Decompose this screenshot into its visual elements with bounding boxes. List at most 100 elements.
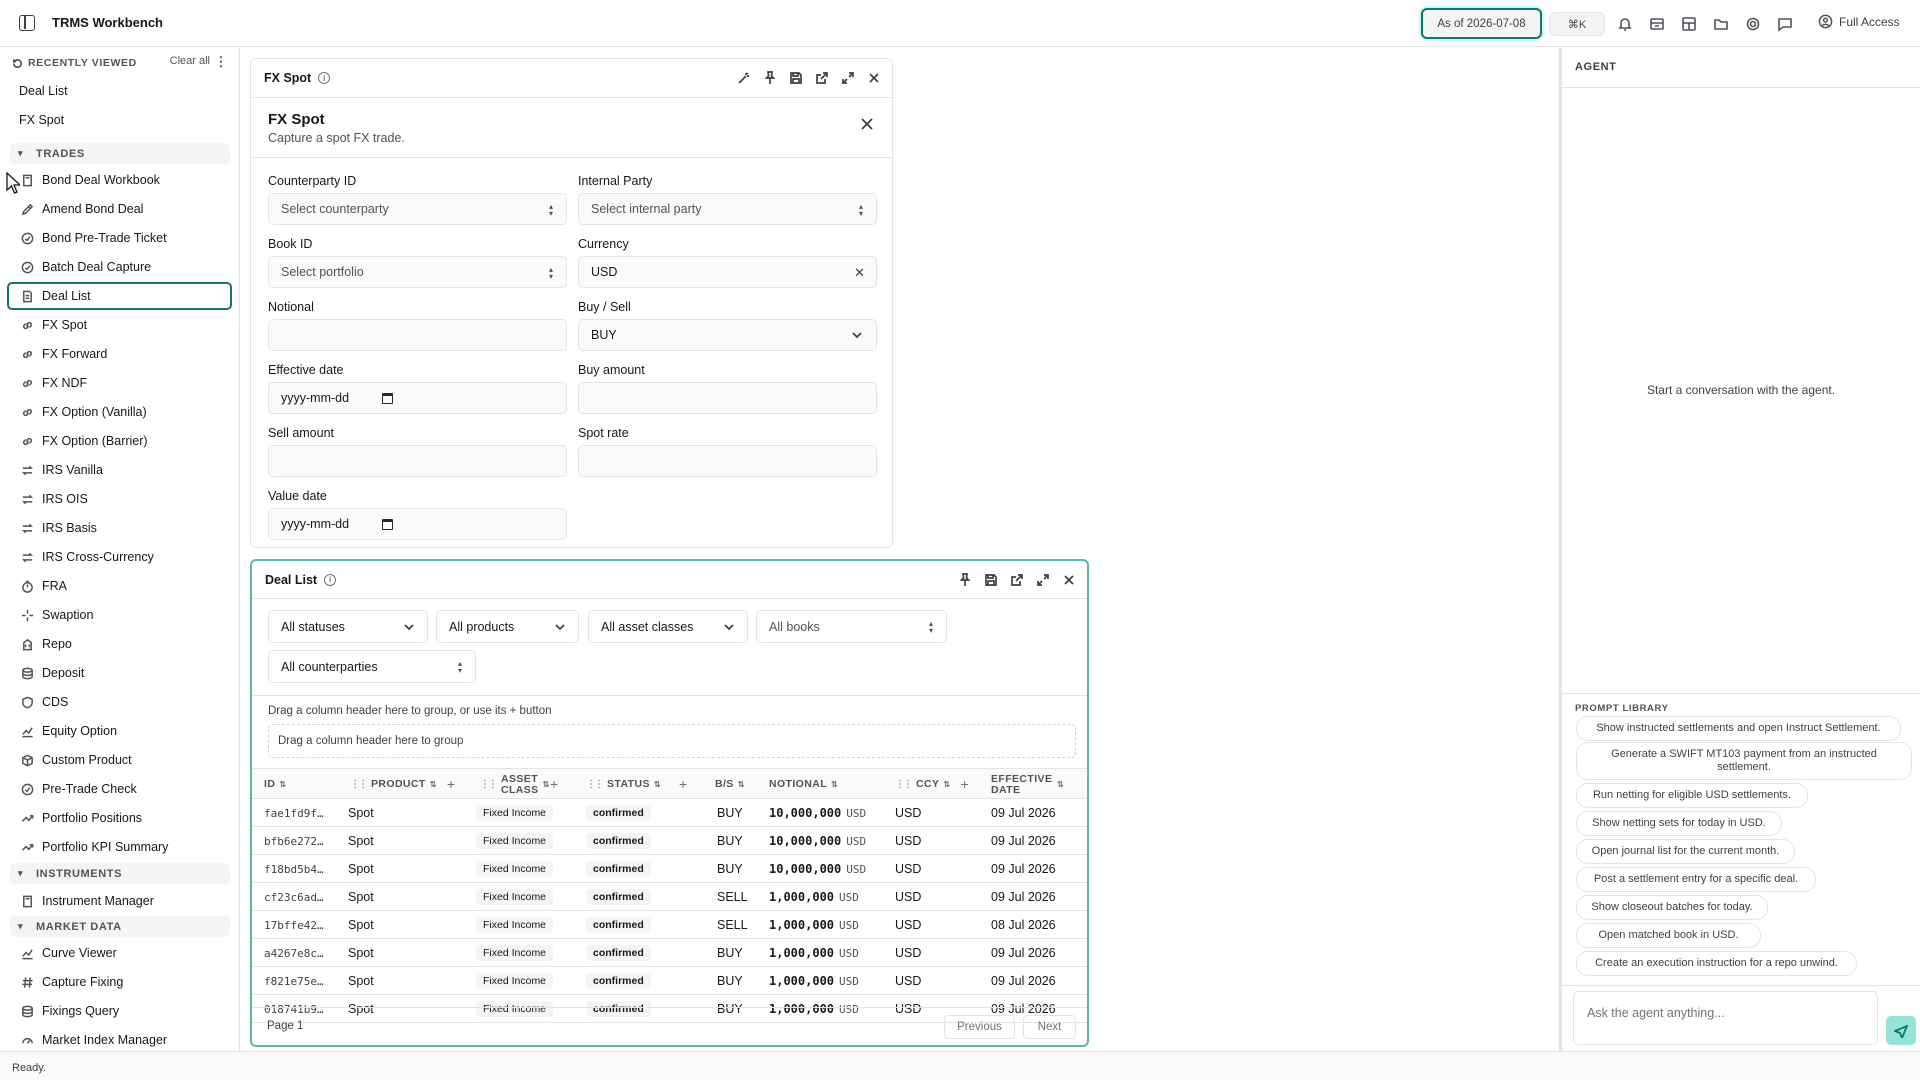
sidebar-toggle-icon[interactable] [19, 15, 35, 31]
group-by-plus-icon[interactable]: + [550, 769, 559, 800]
save-icon[interactable] [983, 572, 999, 588]
inbox-icon[interactable] [1648, 15, 1666, 33]
sidebar-item-fx-spot[interactable]: FX Spot [7, 311, 232, 339]
sidebar-item-instrument-manager[interactable]: Instrument Manager [7, 887, 232, 915]
notional-input[interactable] [268, 319, 567, 351]
sidebar-item-deal-list[interactable]: Deal List [7, 282, 232, 310]
gear-icon[interactable] [1744, 15, 1762, 33]
group-drop-zone[interactable]: Drag a column header here to group [268, 724, 1076, 758]
info-icon[interactable]: i [324, 573, 337, 586]
sidebar-item-swaption[interactable]: Swaption [7, 601, 232, 629]
table-row[interactable]: cf23c6ad… Spot Fixed Income confirmed SELL 1,… [252, 883, 1087, 911]
drag-handle-icon[interactable]: ⋮⋮ [586, 779, 604, 790]
as-of-date-button[interactable]: As of 2026-07-08 [1421, 8, 1542, 39]
prompt-chip[interactable]: Show netting sets for today in USD. [1576, 811, 1782, 836]
book-id-select[interactable]: Select portfolio ▴ ▾ [268, 256, 567, 288]
clear-icon[interactable]: ✕ [854, 265, 865, 281]
counterparty-select[interactable]: Select counterparty ▴ ▾ [268, 193, 567, 225]
prompt-chip[interactable]: Show closeout batches for today. [1576, 895, 1768, 920]
previous-page-button[interactable]: Previous [944, 1015, 1015, 1039]
deal-id[interactable]: cf23c6ad… [264, 883, 324, 911]
sort-icon[interactable]: ⇅ [1057, 779, 1064, 790]
sell-amount-input[interactable] [268, 445, 567, 477]
column-header-status[interactable]: ⋮⋮ STATUS ⇅ + [586, 769, 688, 800]
table-row[interactable]: a4267e8c… Spot Fixed Income confirmed BUY 1,0… [252, 939, 1087, 967]
sidebar-item-fx-ndf[interactable]: FX NDF [7, 369, 232, 397]
folder-icon[interactable] [1712, 15, 1730, 33]
pin-icon[interactable] [762, 70, 778, 86]
sort-icon[interactable]: ⇅ [279, 779, 286, 790]
close-icon[interactable] [866, 70, 882, 86]
sidebar-item-fixings-query[interactable]: Fixings Query [7, 997, 232, 1025]
column-header-effective-date[interactable]: EFFECTIVE DATE ⇅ [991, 769, 1065, 800]
counterparty-filter[interactable]: All counterparties ▴ ▾ [268, 650, 476, 683]
sidebar-item-irs-vanilla[interactable]: IRS Vanilla [7, 456, 232, 484]
group-by-plus-icon[interactable]: + [960, 777, 969, 791]
recent-item-fx-spot[interactable]: FX Spot [19, 113, 64, 127]
sidebar-item-custom-product[interactable]: Custom Product [7, 746, 232, 774]
sort-icon[interactable]: ⇅ [738, 779, 745, 790]
sidebar-item-fx-option-barrier[interactable]: FX Option (Barrier) [7, 427, 232, 455]
column-header-product[interactable]: ⋮⋮ PRODUCT ⇅ + [350, 769, 455, 800]
expand-icon[interactable] [840, 70, 856, 86]
column-header-notional[interactable]: NOTIONAL ⇅ [769, 769, 838, 800]
section-market-data[interactable]: ▾ MARKET DATA [10, 916, 230, 937]
sidebar-item-batch-deal-capture[interactable]: Batch Deal Capture [7, 253, 232, 281]
agent-input[interactable]: Ask the agent anything... [1573, 991, 1878, 1045]
sort-icon[interactable]: ⇅ [654, 779, 661, 790]
sidebar-item-bond-deal-workbook[interactable]: Bond Deal Workbook [7, 166, 232, 194]
calendar-icon[interactable] [382, 519, 393, 530]
sidebar-item-curve-viewer[interactable]: Curve Viewer [7, 939, 232, 967]
close-icon[interactable] [1061, 572, 1077, 588]
table-row[interactable]: f18bd5b4… Spot Fixed Income confirmed BUY 10,… [252, 855, 1087, 883]
close-form-icon[interactable] [860, 117, 874, 131]
sidebar-item-repo[interactable]: Repo [7, 630, 232, 658]
recent-item-deal-list[interactable]: Deal List [19, 84, 68, 98]
sort-icon[interactable]: ⇅ [943, 779, 950, 790]
sidebar-item-cds[interactable]: CDS [7, 688, 232, 716]
deal-id[interactable]: a4267e8c… [264, 939, 324, 967]
buy-sell-select[interactable]: BUY [578, 319, 877, 351]
deal-id[interactable]: f821e75e… [264, 967, 324, 995]
deal-id[interactable]: fae1fd9f… [264, 799, 324, 827]
column-header-asset-class[interactable]: ⋮⋮ ASSET CLASS ⇅ [480, 769, 549, 800]
deal-id[interactable]: f18bd5b4… [264, 855, 324, 883]
calendar-icon[interactable] [382, 393, 393, 404]
table-row[interactable]: fae1fd9f… Spot Fixed Income confirmed BUY 10,… [252, 799, 1087, 827]
prompt-chip[interactable]: Open journal list for the current month. [1576, 839, 1795, 864]
column-header-bs[interactable]: B/S ⇅ [715, 769, 745, 800]
sidebar-item-fx-forward[interactable]: FX Forward [7, 340, 232, 368]
clear-all-button[interactable]: Clear all [170, 55, 210, 67]
product-filter[interactable]: All products [436, 610, 579, 643]
group-by-plus-icon[interactable]: + [447, 777, 456, 791]
next-page-button[interactable]: Next [1023, 1015, 1076, 1039]
sidebar-item-fx-option-vanilla[interactable]: FX Option (Vanilla) [7, 398, 232, 426]
open-external-icon[interactable] [1009, 572, 1025, 588]
access-level[interactable]: Full Access [1818, 14, 1900, 29]
section-instruments[interactable]: ▾ INSTRUMENTS [10, 863, 230, 884]
sort-icon[interactable]: ⇅ [831, 779, 838, 790]
sidebar-item-fra[interactable]: FRA [7, 572, 232, 600]
group-by-plus-icon[interactable]: + [679, 777, 688, 791]
bell-icon[interactable] [1616, 15, 1634, 33]
table-row[interactable]: f821e75e… Spot Fixed Income confirmed BUY 1,0… [252, 967, 1087, 995]
sidebar-item-portfolio-positions[interactable]: Portfolio Positions [7, 804, 232, 832]
drag-handle-icon[interactable]: ⋮⋮ [350, 779, 368, 790]
drag-handle-icon[interactable]: ⋮⋮ [895, 779, 913, 790]
column-header-ccy[interactable]: ⋮⋮ CCY ⇅ + [895, 769, 969, 800]
prompt-chip[interactable]: Run netting for eligible USD settlements… [1576, 783, 1808, 808]
open-external-icon[interactable] [814, 70, 830, 86]
column-header-id[interactable]: ID ⇅ [264, 769, 286, 800]
table-row[interactable]: bfb6e272… Spot Fixed Income confirmed BUY 10,… [252, 827, 1087, 855]
deal-id[interactable]: bfb6e272… [264, 827, 324, 855]
more-options-icon[interactable]: ⋮ [214, 54, 228, 70]
status-filter[interactable]: All statuses [268, 610, 428, 643]
sort-icon[interactable]: ⇅ [430, 779, 437, 790]
save-icon[interactable] [788, 70, 804, 86]
deal-id[interactable]: 17bffe42… [264, 911, 324, 939]
command-palette-button[interactable]: ⌘K [1549, 12, 1605, 36]
sidebar-item-deposit[interactable]: Deposit [7, 659, 232, 687]
effective-date-input[interactable]: yyyy-mm-dd [268, 382, 567, 414]
pin-icon[interactable] [957, 572, 973, 588]
sidebar-item-irs-ois[interactable]: IRS OIS [7, 485, 232, 513]
